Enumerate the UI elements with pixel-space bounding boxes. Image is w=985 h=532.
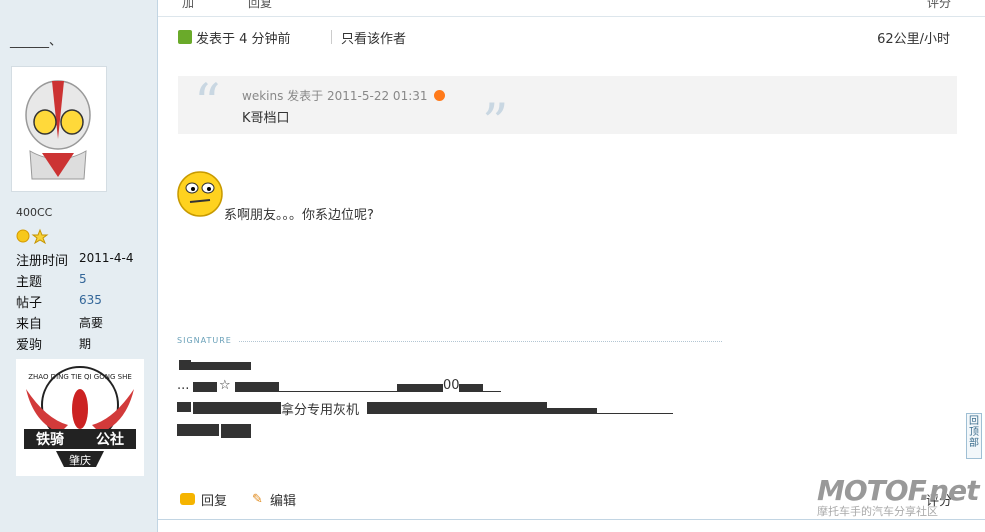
quote-meta: wekins 发表于 2011-5-22 01:31 [242,87,446,104]
divider [331,30,332,44]
stat-threads-link[interactable]: 5 [79,272,87,286]
club-badge: ZHAO DING TIE QI GONG SHE 铁骑 公社 肇庆 [16,359,144,476]
svg-text:ZHAO DING TIE QI GONG SHE: ZHAO DING TIE QI GONG SHE [28,373,132,381]
quote-text: K哥档口 [242,111,290,126]
author-username[interactable]: ______、 [10,30,62,49]
prev-footer-item-1[interactable]: 加 [182,0,194,11]
stat-posts-link[interactable]: 635 [79,293,102,307]
svg-text:肇庆: 肇庆 [69,453,91,467]
post-status-icon [178,30,192,44]
signature-number: 00 [443,378,460,393]
only-author-link[interactable]: 只看该作者 [341,28,406,47]
stat-from: 来自 高要 [16,316,104,332]
back-to-top-button[interactable]: 回顶部 [966,413,982,459]
signature-line3-text: 拿分专用灰机 [281,403,360,418]
signature-star: ☆ [219,378,231,393]
avatar[interactable] [11,66,107,192]
quote-open-icon: “ [194,74,221,134]
watermark: MOTOF.net 摩托车手的汽车分享社区 [817,474,979,524]
stat-register-value: 2011-4-4 [79,251,134,265]
signature-divider: SIGNATURE [177,336,722,346]
author-sidebar: ______、 400CC 注册时间 2011-4-4 主题 5 帖子 635 … [0,0,158,532]
stat-posts: 帖子 635 [16,293,102,311]
prev-footer-item-2[interactable]: 回复 [248,0,272,11]
post-header: 发表于 4 分钟前 只看该作者 62公里/小时 [178,26,950,48]
signature-line2-prefix: ... [177,378,190,393]
quote-author: wekins [242,89,284,103]
previous-post-footer: 加 回复 评分 [158,0,985,17]
smiley-icon [177,171,223,217]
svg-text:公社: 公社 [96,431,124,448]
jump-to-post-icon[interactable] [434,90,446,101]
edit-button[interactable]: 编辑 [270,490,296,509]
quote-block: “ ” wekins 发表于 2011-5-22 01:31 K哥档口 [178,74,957,150]
smile-star-icon [16,228,49,245]
stat-threads: 主题 5 [16,272,87,290]
quote-close-icon: ” [482,94,509,154]
avatar-image [25,80,91,180]
user-level: 400CC [16,206,53,219]
quote-time: 2011-5-22 01:31 [327,89,428,103]
signature: ... ☆ 00 拿分专用灰机 [177,358,697,442]
signature-label: SIGNATURE [177,336,232,345]
club-logo-image: ZHAO DING TIE QI GONG SHE 铁骑 公社 肇庆 [24,366,136,467]
reply-icon[interactable] [180,493,195,505]
post-main: 加 回复 评分 发表于 4 分钟前 只看该作者 62公里/小时 “ ” weki… [158,0,985,532]
svg-text:铁骑: 铁骑 [36,431,64,448]
prev-footer-rate[interactable]: 评分 [927,0,951,11]
stat-bike: 爱驹 期 [16,337,92,353]
reply-button[interactable]: 回复 [201,490,227,509]
pencil-icon[interactable]: ✎ [252,492,263,507]
rank-icons [16,228,50,248]
post-message: 系啊朋友。。。你系边位呢? [224,208,374,223]
post-speed: 62公里/小时 [877,32,950,47]
post-time: 发表于 4 分钟前 [196,32,291,47]
quote-posted-label: 发表于 [287,89,324,103]
stat-register: 注册时间 2011-4-4 [16,251,134,269]
